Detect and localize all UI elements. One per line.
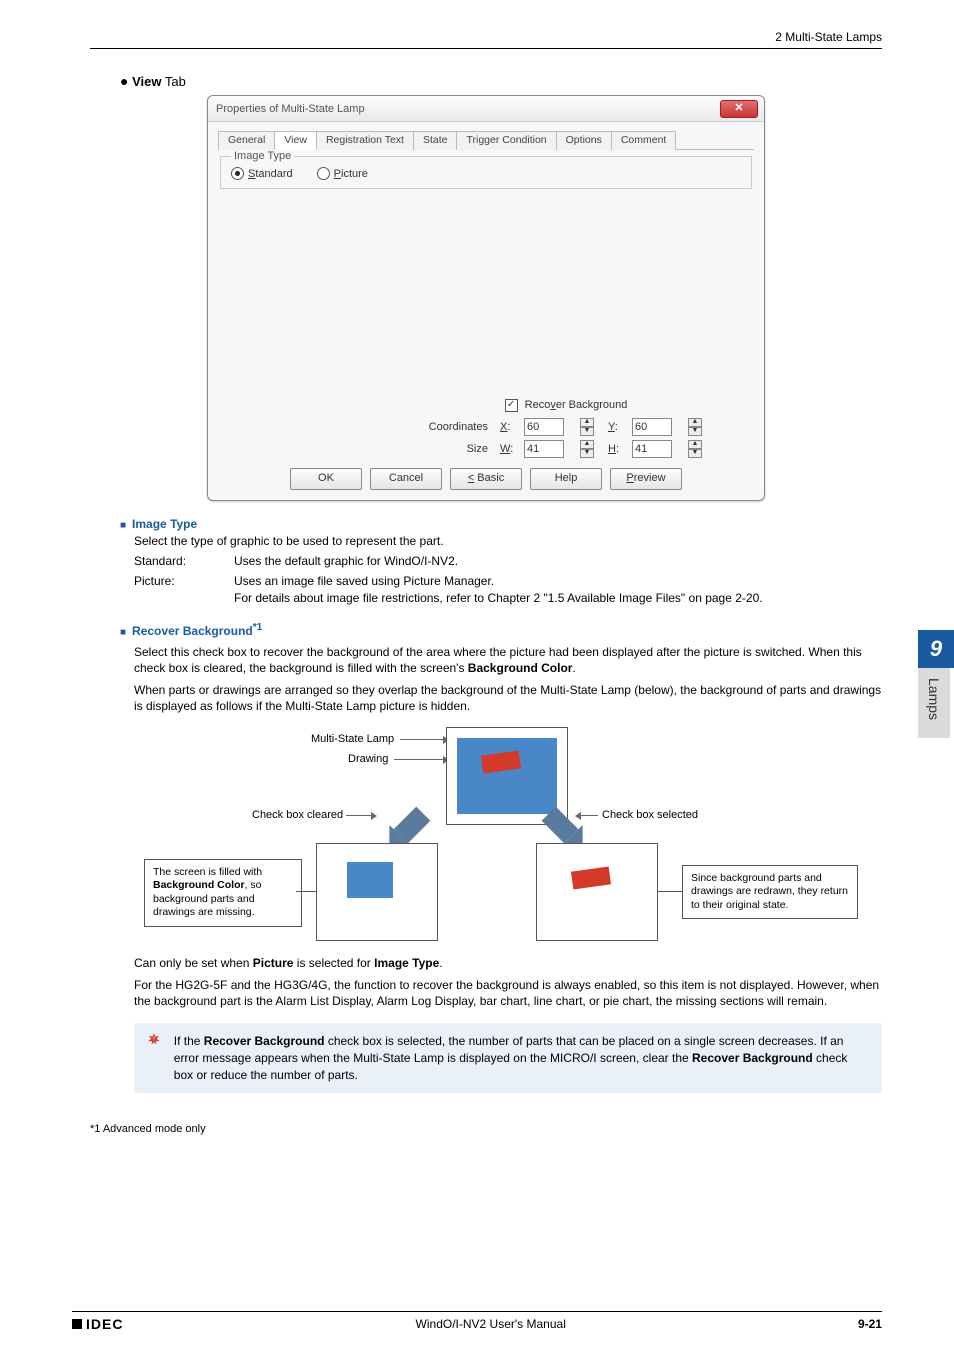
- image-type-lead: Select the type of graphic to be used to…: [134, 533, 882, 549]
- footer-center: WindO/I-NV2 User's Manual: [416, 1317, 566, 1331]
- def-row-picture: Picture: Uses an image file saved using …: [134, 573, 882, 605]
- h-spinner[interactable]: ▲▼: [688, 440, 702, 458]
- logo-square-icon: [72, 1319, 82, 1329]
- diag-label-selected: Check box selected: [602, 809, 698, 821]
- screen-cleared: [316, 843, 438, 941]
- radio-standard[interactable]: Standard: [231, 167, 293, 180]
- callout-left: The screen is filled with Background Col…: [144, 859, 302, 928]
- tab-comment[interactable]: Comment: [611, 131, 677, 150]
- tab-state[interactable]: State: [413, 131, 458, 150]
- y-label: Y:: [608, 421, 630, 433]
- footnote: *1 Advanced mode only: [90, 1123, 882, 1135]
- diag-arrow-selected: [580, 815, 598, 816]
- recover-heading: ■Recover Background*1: [120, 622, 882, 638]
- w-input-wrap: 41: [524, 440, 578, 458]
- footer-logo: IDEC: [72, 1316, 123, 1332]
- tab-options[interactable]: Options: [556, 131, 612, 150]
- diag-arrow-drawing: [394, 759, 444, 760]
- tab-general[interactable]: General: [218, 131, 275, 150]
- x-spinner[interactable]: ▲▼: [580, 418, 594, 436]
- preview-button[interactable]: Preview: [610, 468, 682, 490]
- help-button[interactable]: Help: [530, 468, 602, 490]
- def-term-standard: Standard:: [134, 553, 234, 569]
- after-p1: Can only be set when Picture is selected…: [134, 955, 882, 971]
- dialog-tabs: General View Registration Text State Tri…: [218, 130, 754, 150]
- heading-bullet: ●: [120, 73, 128, 89]
- side-tab: 9 Lamps: [918, 630, 954, 738]
- screen-selected: [536, 843, 658, 941]
- close-button[interactable]: ✕: [720, 100, 758, 118]
- warning-note: ! If the Recover Background check box is…: [134, 1023, 882, 1093]
- page-footer: IDEC WindO/I-NV2 User's Manual 9-21: [72, 1311, 882, 1332]
- svg-text:!: !: [153, 1037, 155, 1043]
- warning-text: If the Recover Background check box is s…: [174, 1033, 868, 1083]
- radio-picture[interactable]: Picture: [317, 167, 368, 180]
- side-tab-number: 9: [918, 630, 954, 668]
- radio-picture-indicator: [317, 167, 330, 180]
- x-input[interactable]: 60: [524, 418, 564, 436]
- x-input-wrap: 60: [524, 418, 578, 436]
- screen-top: [446, 727, 568, 825]
- h-input[interactable]: 41: [632, 440, 672, 458]
- y-input-wrap: 60: [632, 418, 686, 436]
- y-input[interactable]: 60: [632, 418, 672, 436]
- section-heading-view-tab: ● View Tab: [120, 73, 882, 89]
- image-type-legend: Image Type: [231, 150, 294, 162]
- basic-button[interactable]: < Basic: [450, 468, 522, 490]
- w-label: W:: [500, 443, 522, 455]
- tab-trigger-condition[interactable]: Trigger Condition: [456, 131, 556, 150]
- recover-diagram: Multi-State Lamp Drawing Check box clear…: [136, 733, 836, 943]
- recover-p2: When parts or drawings are arranged so t…: [134, 682, 882, 714]
- h-label: H:: [608, 443, 630, 455]
- def-row-standard: Standard: Uses the default graphic for W…: [134, 553, 882, 569]
- after-p2: For the HG2G-5F and the HG3G/4G, the fun…: [134, 977, 882, 1009]
- radio-standard-label: Standard: [248, 168, 293, 180]
- w-spinner[interactable]: ▲▼: [580, 440, 594, 458]
- radio-picture-label: Picture: [334, 168, 368, 180]
- tab-registration-text[interactable]: Registration Text: [316, 131, 414, 150]
- image-type-heading: ■Image Type: [120, 517, 882, 531]
- diag-arrow-cleared: [346, 815, 372, 816]
- diag-label-lamp: Multi-State Lamp: [311, 733, 394, 745]
- dialog-button-row: OK Cancel < Basic Help Preview: [218, 468, 754, 490]
- x-label: X:: [500, 421, 522, 433]
- cancel-button[interactable]: Cancel: [370, 468, 442, 490]
- side-tab-text: Lamps: [918, 668, 950, 738]
- image-type-fieldset: Image Type Standard Picture: [220, 156, 752, 189]
- def-def-standard: Uses the default graphic for WindO/I-NV2…: [234, 553, 882, 569]
- coordinates-grid: Coordinates X: 60 ▲▼ Y: 60 ▲▼ Size W: 41…: [418, 418, 754, 458]
- tab-view[interactable]: View: [274, 131, 317, 150]
- page-header: 2 Multi-State Lamps: [90, 30, 882, 49]
- properties-dialog: Properties of Multi-State Lamp ✕ General…: [207, 95, 765, 501]
- def-def-picture: Uses an image file saved using Picture M…: [234, 573, 882, 605]
- y-spinner[interactable]: ▲▼: [688, 418, 702, 436]
- heading-strong: View: [132, 74, 161, 89]
- warning-icon: !: [148, 1033, 160, 1059]
- coordinates-label: Coordinates: [418, 421, 498, 433]
- checkbox-box: ✓: [505, 399, 518, 412]
- callout-right: Since background parts and drawings are …: [682, 865, 858, 920]
- size-label: Size: [418, 443, 498, 455]
- def-term-picture: Picture:: [134, 573, 234, 605]
- dialog-empty-area: [218, 193, 754, 393]
- arrow-down-left-icon: [394, 806, 431, 843]
- recover-background-row: ✓ Recover Background: [378, 399, 754, 412]
- recover-p1: Select this check box to recover the bac…: [134, 644, 882, 676]
- callout-right-line: [658, 891, 682, 892]
- diag-arrow-lamp: [400, 739, 444, 740]
- dialog-title: Properties of Multi-State Lamp: [216, 103, 365, 115]
- diag-label-cleared: Check box cleared: [252, 809, 343, 821]
- callout-left-line: [296, 891, 316, 892]
- radio-standard-indicator: [231, 167, 244, 180]
- dialog-titlebar: Properties of Multi-State Lamp ✕: [208, 96, 764, 122]
- ok-button[interactable]: OK: [290, 468, 362, 490]
- footer-page: 9-21: [858, 1317, 882, 1331]
- heading-rest: Tab: [161, 74, 185, 89]
- recover-background-checkbox[interactable]: ✓ Recover Background: [505, 399, 628, 411]
- recover-background-label: Recover Background: [525, 399, 628, 411]
- h-input-wrap: 41: [632, 440, 686, 458]
- w-input[interactable]: 41: [524, 440, 564, 458]
- diag-label-drawing: Drawing: [348, 753, 388, 765]
